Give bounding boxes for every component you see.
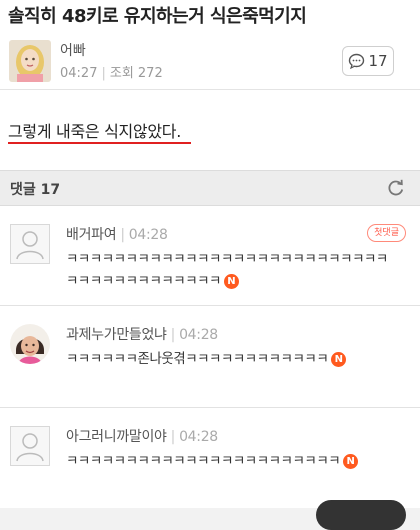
comment-author[interactable]: 배거파여 <box>66 227 117 243</box>
default-avatar[interactable] <box>10 426 50 466</box>
post-body-text: 그렇게 내죽은 식지않았다. <box>8 122 181 141</box>
post-time: 04:27 <box>60 66 98 81</box>
comment-item: 과제누가만들었냐 | 04:28 ㅋㅋㅋㅋㅋㅋ존나웃겪ㅋㅋㅋㅋㅋㅋㅋㅋㅋㅋㅋㅋ N <box>0 306 420 408</box>
comment-count: 17 <box>368 52 388 70</box>
comment-text: ㅋㅋㅋㅋㅋㅋㅋㅋㅋㅋㅋㅋㅋㅋㅋㅋㅋㅋㅋㅋㅋㅋㅋ <box>66 453 341 469</box>
comments-header: 댓글 17 <box>0 170 420 206</box>
comment-time: 04:28 <box>179 429 218 445</box>
comment-meta: 아그러니까말이야 | 04:28 <box>66 426 218 446</box>
author-row: 어빠 04:27 | 조회 272 17 <box>0 34 420 90</box>
comments-title: 댓글 17 <box>10 182 61 198</box>
refresh-icon[interactable] <box>386 178 406 198</box>
new-badge: N <box>331 351 347 367</box>
post-body: 그렇게 내죽은 식지않았다. <box>0 90 420 170</box>
meta-divider: | <box>170 429 176 445</box>
meta-divider: | <box>101 66 106 81</box>
comment-item: 아그러니까말이야 | 04:28 ㅋㅋㅋㅋㅋㅋㅋㅋㅋㅋㅋㅋㅋㅋㅋㅋㅋㅋㅋㅋㅋㅋㅋ N <box>0 408 420 508</box>
comment-body: ㅋㅋㅋㅋㅋㅋㅋㅋㅋㅋㅋㅋㅋㅋㅋㅋㅋㅋㅋㅋㅋㅋㅋ N <box>66 450 396 472</box>
new-badge: N <box>223 273 239 289</box>
comment-body: ㅋㅋㅋㅋㅋㅋㅋㅋㅋㅋㅋㅋㅋㅋㅋㅋㅋㅋㅋㅋㅋㅋㅋㅋㅋㅋㅋㅋㅋㅋㅋㅋㅋㅋㅋㅋㅋㅋㅋㅋ… <box>66 248 396 292</box>
comment-body: ㅋㅋㅋㅋㅋㅋ존나웃겪ㅋㅋㅋㅋㅋㅋㅋㅋㅋㅋㅋㅋ N <box>66 348 396 370</box>
first-comment-badge: 첫댓글 <box>367 224 406 242</box>
comment-meta: 배거파여 | 04:28 <box>66 224 168 244</box>
default-avatar[interactable] <box>10 224 50 264</box>
comment-meta: 과제누가만들었냐 | 04:28 <box>66 324 218 344</box>
view-count: 조회 272 <box>109 66 163 81</box>
comment-author[interactable]: 과제누가만들었냐 <box>66 327 167 343</box>
comment-time: 04:28 <box>128 227 168 243</box>
post-title: 솔직히 48키로 유지하는거 식은죽먹기지 <box>0 0 420 34</box>
comment-count-button[interactable]: 17 <box>342 46 394 76</box>
author-avatar[interactable] <box>9 40 51 82</box>
speech-bubble-icon <box>349 53 365 69</box>
meta-divider: | <box>120 227 125 243</box>
comment-author[interactable]: 아그러니까말이야 <box>66 429 167 445</box>
meta-divider: | <box>170 327 176 343</box>
comment-text: ㅋㅋㅋㅋㅋㅋ존나웃겪ㅋㅋㅋㅋㅋㅋㅋㅋㅋㅋㅋㅋ <box>66 351 329 367</box>
comment-time: 04:28 <box>179 327 218 343</box>
person-silhouette-icon <box>16 231 44 260</box>
text-underline <box>8 142 191 144</box>
floating-action-button[interactable] <box>316 500 406 530</box>
post-meta: 04:27 | 조회 272 <box>60 62 163 81</box>
person-silhouette-icon <box>16 433 44 462</box>
author-name[interactable]: 어빠 <box>60 40 86 60</box>
user-avatar[interactable] <box>10 324 50 364</box>
comment-item: 배거파여 | 04:28 첫댓글 ㅋㅋㅋㅋㅋㅋㅋㅋㅋㅋㅋㅋㅋㅋㅋㅋㅋㅋㅋㅋㅋㅋㅋㅋㅋ… <box>0 206 420 306</box>
new-badge: N <box>343 453 359 469</box>
